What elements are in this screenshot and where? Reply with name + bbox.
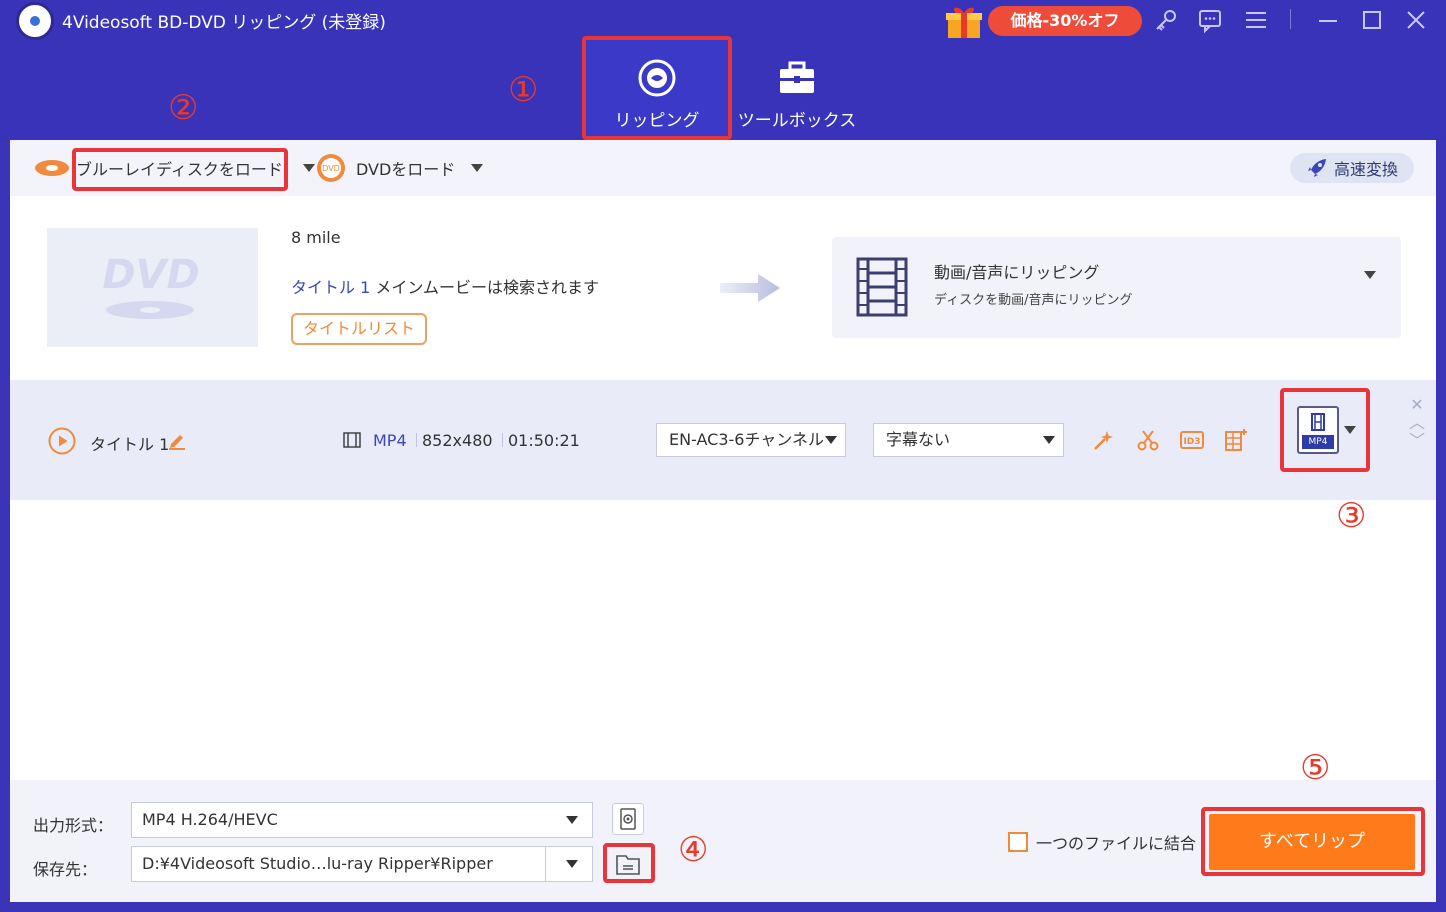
toolbox-icon xyxy=(780,61,814,93)
highlight-box-output-format xyxy=(1280,388,1370,472)
id3-tag-icon[interactable]: ID3 xyxy=(1180,428,1204,452)
highlight-box-rip-all xyxy=(1201,807,1425,876)
info-separator xyxy=(416,433,417,447)
maximize-icon[interactable] xyxy=(1358,6,1386,34)
chat-icon[interactable] xyxy=(1196,6,1224,34)
info-separator xyxy=(502,433,503,447)
save-path-field[interactable]: D:¥4Videosoft Studio…lu-ray Ripper¥Rippe… xyxy=(131,846,593,882)
field-divider xyxy=(545,847,546,881)
title-name: タイトル 1 xyxy=(90,435,170,454)
load-dvd-label: DVDをロード xyxy=(356,160,456,179)
bluray-disc-icon xyxy=(35,160,69,176)
callout-2: ② xyxy=(168,88,199,128)
audio-track-select[interactable]: EN-AC3-6チャンネル xyxy=(656,423,846,457)
menu-icon[interactable] xyxy=(1242,6,1270,34)
subtitle-value: 字幕ない xyxy=(886,430,951,449)
app-title: 4Videosoft BD-DVD リッピング (未登録) xyxy=(62,13,386,33)
title-list-row: タイトル 1 MP4 852x480 01:50:21 EN-AC3-6チャンネ… xyxy=(10,380,1436,500)
title-bar-separator xyxy=(1290,9,1291,29)
main-panel: ブルーレイディスクをロード DVD DVDをロード 高速変換 DVD 8 mil… xyxy=(10,140,1436,902)
disc-info-text: メインムービーは検索されます xyxy=(370,278,600,297)
source-resolution: 852x480 xyxy=(422,431,493,450)
merge-label: 一つのファイルに結合 xyxy=(1036,834,1197,853)
title-list-button[interactable]: タイトルリスト xyxy=(291,313,427,345)
callout-5: ⑤ xyxy=(1300,748,1331,788)
close-icon[interactable] xyxy=(1402,6,1430,34)
callout-3: ③ xyxy=(1336,496,1367,536)
format-settings-button[interactable] xyxy=(612,803,644,835)
disc-name: 8 mile xyxy=(291,228,341,247)
speed-convert-button[interactable]: 高速変換 xyxy=(1290,153,1414,183)
highlight-box-ripping-tab xyxy=(582,36,732,140)
rip-mode-selector[interactable]: 動画/音声にリッピング ディスクを動画/音声にリッピング xyxy=(832,237,1401,338)
disc-info: タイトル 1 メインムービーは検索されます xyxy=(291,274,599,298)
rip-mode-subtitle: ディスクを動画/音声にリッピング xyxy=(934,293,1133,308)
subtitle-select[interactable]: 字幕ない xyxy=(873,423,1064,457)
add-subtitle-icon[interactable] xyxy=(1224,428,1248,452)
chevron-down-icon xyxy=(825,436,837,444)
audio-track-value: EN-AC3-6チャンネル xyxy=(669,430,824,449)
arrow-right-icon xyxy=(720,274,780,302)
merge-checkbox[interactable]: 一つのファイルに結合 xyxy=(1008,830,1196,854)
tab-toolbox-label: ツールボックス xyxy=(737,111,857,131)
callout-4: ④ xyxy=(678,830,709,870)
film-icon xyxy=(856,257,908,317)
checkbox-box[interactable] xyxy=(1008,832,1028,852)
source-format: MP4 xyxy=(373,431,407,450)
key-icon[interactable] xyxy=(1152,6,1180,34)
load-dvd-button[interactable]: DVD DVDをロード xyxy=(316,154,484,182)
disc-thumbnail: DVD xyxy=(47,228,258,347)
save-path-value: D:¥4Videosoft Studio…lu-ray Ripper¥Rippe… xyxy=(142,854,493,873)
dvd-logo-icon: DVD xyxy=(102,252,200,319)
play-icon[interactable] xyxy=(48,427,76,455)
highlight-box-open-folder xyxy=(603,843,655,883)
dvd-disc-icon: DVD xyxy=(317,154,345,182)
minimize-icon[interactable] xyxy=(1314,6,1342,34)
svg-text:ID3: ID3 xyxy=(1183,437,1200,447)
speed-convert-label: 高速変換 xyxy=(1333,160,1398,179)
chevron-up-icon[interactable]: ︿ xyxy=(1408,415,1426,431)
chevron-down-icon xyxy=(566,816,578,824)
output-format-select[interactable]: MP4 H.264/HEVC xyxy=(131,802,593,838)
save-to-label: 保存先： xyxy=(33,860,98,879)
chevron-down-icon[interactable] xyxy=(566,860,578,868)
rip-mode-title: 動画/音声にリッピング xyxy=(934,263,1100,282)
scissors-icon[interactable] xyxy=(1136,428,1160,452)
rocket-icon xyxy=(1307,159,1326,177)
discount-badge[interactable]: 価格-30%オフ xyxy=(988,6,1142,36)
video-format-icon xyxy=(343,432,361,448)
tab-toolbox[interactable]: ツールボックス xyxy=(726,40,868,138)
chevron-down-icon[interactable]: ﹀ xyxy=(1408,433,1426,449)
source-duration: 01:50:21 xyxy=(508,431,580,450)
gift-icon[interactable] xyxy=(944,4,984,38)
chevron-down-icon xyxy=(1043,436,1055,444)
highlight-box-load-bluray xyxy=(72,148,288,191)
magic-wand-icon[interactable] xyxy=(1092,428,1116,452)
svg-text:DVD: DVD xyxy=(102,252,199,298)
app-logo-icon xyxy=(16,2,54,40)
chevron-down-icon[interactable] xyxy=(1364,271,1376,279)
chevron-down-icon[interactable] xyxy=(302,164,315,172)
main-title-link[interactable]: タイトル 1 xyxy=(291,278,370,297)
gear-icon xyxy=(620,808,636,830)
callout-1: ① xyxy=(508,70,539,110)
svg-text:DVD: DVD xyxy=(322,164,340,173)
edit-pencil-icon[interactable] xyxy=(168,430,186,450)
output-format-label: 出力形式： xyxy=(33,816,114,835)
output-format-value: MP4 H.264/HEVC xyxy=(142,810,278,829)
chevron-down-icon[interactable] xyxy=(471,164,484,172)
close-icon[interactable]: ✕ xyxy=(1408,397,1426,413)
